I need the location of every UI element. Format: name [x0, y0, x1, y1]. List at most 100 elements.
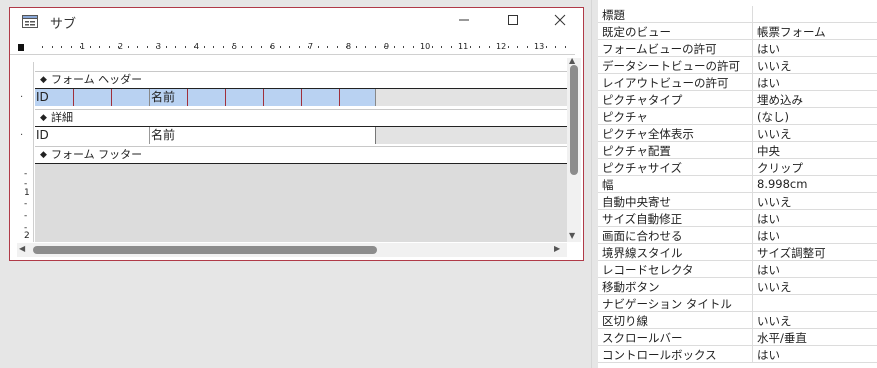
property-value[interactable]: 8.998cm	[757, 177, 807, 191]
property-row[interactable]: 自動中央寄せ いいえ	[598, 193, 877, 210]
property-value[interactable]: いいえ	[757, 313, 792, 329]
property-name: ピクチャ配置	[602, 144, 671, 158]
vertical-scrollbar[interactable]: ▲ ▼	[567, 56, 581, 242]
property-row[interactable]: 区切り線 いいえ	[598, 312, 877, 329]
property-row[interactable]: ピクチャサイズ クリップ	[598, 159, 877, 176]
ruler-tick	[508, 46, 509, 48]
grid-edge	[375, 89, 376, 106]
property-value[interactable]: はい	[757, 41, 780, 57]
minimize-icon	[459, 19, 469, 21]
property-value[interactable]: 中央	[757, 143, 780, 159]
column-divider	[752, 40, 753, 57]
id-header-label[interactable]: ID	[35, 89, 73, 106]
column-divider	[752, 23, 753, 40]
header-row-selector[interactable]: ·	[20, 92, 23, 103]
ruler-tick	[61, 46, 62, 48]
property-row[interactable]: サイズ自動修正 はい	[598, 210, 877, 227]
form-header-section-bar[interactable]: ◆ フォーム ヘッダー	[35, 71, 567, 89]
detail-row-selector[interactable]: ·	[20, 130, 23, 141]
column-divider	[752, 159, 753, 176]
design-canvas[interactable]: · · - - 1 - - - 2 ◆ フォーム ヘッダー ID 名前 ◆ 詳細…	[17, 58, 567, 242]
detail-band[interactable]: ID 名前	[35, 127, 567, 144]
form-footer-area[interactable]	[35, 162, 567, 242]
detail-section-bar[interactable]: ◆ 詳細	[35, 109, 567, 127]
scroll-right-icon[interactable]: ▶	[554, 244, 560, 253]
property-row[interactable]: 標題	[598, 6, 877, 23]
property-name: 自動中央寄せ	[602, 195, 671, 209]
horizontal-scrollbar[interactable]: ◀ ▶	[17, 243, 567, 257]
property-value[interactable]: サイズ調整可	[757, 245, 826, 261]
property-value[interactable]: 帳票フォーム	[757, 24, 826, 40]
property-name: ピクチャ全体表示	[602, 127, 694, 141]
property-row[interactable]: 境界線スタイル サイズ調整可	[598, 244, 877, 261]
grid-line	[73, 89, 74, 106]
id-textbox[interactable]: ID	[35, 127, 148, 144]
property-row[interactable]: 移動ボタン いいえ	[598, 278, 877, 295]
scroll-down-icon[interactable]: ▼	[569, 231, 575, 240]
property-name: 画面に合わせる	[602, 229, 683, 243]
property-row[interactable]: ピクチャ配置 中央	[598, 142, 877, 159]
property-row[interactable]: データシートビューの許可 いいえ	[598, 57, 877, 74]
pane-divider[interactable]	[591, 0, 592, 368]
window-titlebar[interactable]: サブ	[10, 8, 583, 36]
property-value[interactable]: いいえ	[757, 279, 792, 295]
ruler-tick	[280, 46, 281, 48]
property-row[interactable]: フォームビューの許可 はい	[598, 40, 877, 57]
property-name: スクロールバー	[602, 331, 683, 345]
form-selector[interactable]	[18, 44, 24, 51]
property-row[interactable]: 既定のビュー 帳票フォーム	[598, 23, 877, 40]
ruler-tick	[232, 46, 233, 48]
close-button[interactable]	[546, 11, 574, 33]
property-row[interactable]: 画面に合わせる はい	[598, 227, 877, 244]
property-row[interactable]: ピクチャ全体表示 いいえ	[598, 125, 877, 142]
property-name: データシートビューの許可	[602, 59, 740, 73]
column-divider	[752, 142, 753, 159]
scroll-up-icon[interactable]: ▲	[569, 56, 575, 65]
property-name: サイズ自動修正	[602, 212, 683, 226]
property-value[interactable]: はい	[757, 211, 780, 227]
column-divider	[752, 91, 753, 108]
form-footer-section-bar[interactable]: ◆ フォーム フッター	[35, 146, 567, 164]
horizontal-scroll-thumb[interactable]	[33, 246, 377, 254]
form-icon	[22, 15, 38, 28]
maximize-button[interactable]	[499, 11, 527, 33]
ruler-tick	[565, 46, 566, 48]
ruler-tick	[185, 46, 186, 48]
name-textbox[interactable]: 名前	[149, 127, 375, 144]
ruler-tick	[128, 46, 129, 48]
property-row[interactable]: レイアウトビューの許可 はい	[598, 74, 877, 91]
property-value[interactable]: いいえ	[757, 126, 792, 142]
window-title: サブ	[50, 17, 77, 32]
name-header-label[interactable]: 名前	[149, 89, 299, 106]
property-name: 標題	[602, 8, 625, 22]
ruler-tick	[498, 46, 499, 48]
property-value[interactable]: はい	[757, 262, 780, 278]
property-value[interactable]: 埋め込み	[757, 92, 803, 108]
property-value[interactable]: いいえ	[757, 58, 792, 74]
property-value[interactable]: クリップ	[757, 160, 803, 176]
property-row[interactable]: レコードセレクタ はい	[598, 261, 877, 278]
form-design-window[interactable]: サブ 1 2 3 4 5 6 7 8 9 10 11 12 13 1 · · -…	[9, 7, 584, 261]
property-name: ピクチャ	[602, 110, 648, 124]
property-value[interactable]: いいえ	[757, 194, 792, 210]
vertical-scroll-thumb[interactable]	[570, 65, 578, 175]
property-value[interactable]: はい	[757, 347, 780, 363]
property-row[interactable]: コントロールボックス はい	[598, 346, 877, 363]
property-row[interactable]: スクロールバー 水平/垂直	[598, 329, 877, 346]
property-value[interactable]: はい	[757, 228, 780, 244]
property-value[interactable]: (なし)	[757, 109, 789, 125]
property-row[interactable]: ピクチャ (なし)	[598, 108, 877, 125]
property-value[interactable]: はい	[757, 75, 780, 91]
property-name: ピクチャサイズ	[602, 161, 683, 175]
property-row[interactable]: ナビゲーション タイトル	[598, 295, 877, 312]
property-row[interactable]: 幅 8.998cm	[598, 176, 877, 193]
scroll-left-icon[interactable]: ◀	[19, 244, 25, 253]
minimize-button[interactable]	[450, 11, 478, 33]
property-row[interactable]: ピクチャタイプ 埋め込み	[598, 91, 877, 108]
ruler-tick	[346, 46, 347, 48]
grid-line	[339, 89, 340, 106]
form-header-band[interactable]: ID 名前	[35, 89, 567, 106]
property-value[interactable]: 水平/垂直	[757, 330, 807, 346]
ruler-tick	[413, 46, 414, 48]
vertical-ruler-number: 2	[24, 231, 30, 241]
